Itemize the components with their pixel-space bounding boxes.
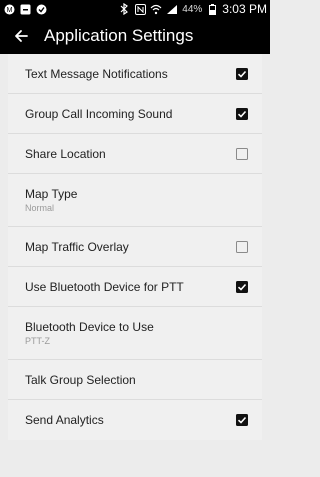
checkbox-checked-icon[interactable] (236, 414, 248, 426)
checkbox-unchecked-icon[interactable] (236, 147, 248, 160)
status-right: 44% 3:03 PM (118, 2, 267, 16)
setting-bluetooth-device-to-use[interactable]: Bluetooth Device to Use PTT-Z (8, 307, 262, 360)
setting-share-location[interactable]: Share Location (8, 134, 262, 174)
status-bar: M 44% 3:03 PM (0, 0, 270, 18)
nfc-icon (134, 3, 146, 15)
setting-label: Bluetooth Device to Use (25, 320, 154, 334)
checkbox-checked-icon[interactable] (236, 280, 248, 293)
setting-send-analytics[interactable]: Send Analytics (8, 400, 262, 440)
checkbox-checked-icon[interactable] (236, 107, 248, 120)
battery-icon (206, 3, 218, 15)
setting-value: Normal (25, 203, 55, 213)
setting-label: Send Analytics (25, 413, 104, 427)
setting-label: Text Message Notifications (25, 66, 168, 81)
gallery-icon (19, 3, 31, 15)
checkbox-checked-icon[interactable] (236, 67, 248, 80)
setting-label: Map Traffic Overlay (25, 239, 129, 254)
arrow-left-icon[interactable] (12, 27, 30, 45)
setting-talk-group-selection[interactable]: Talk Group Selection (8, 360, 262, 400)
status-left: M (3, 3, 47, 15)
app-bar: Application Settings (0, 18, 270, 54)
shield-icon (35, 3, 47, 15)
setting-text-message-notifications[interactable]: Text Message Notifications (8, 54, 262, 94)
settings-list: Text Message Notifications Group Call In… (8, 54, 262, 440)
svg-text:M: M (6, 7, 12, 14)
setting-map-type[interactable]: Map Type Normal (8, 174, 262, 227)
setting-label: Share Location (25, 146, 106, 161)
bluetooth-icon (118, 3, 130, 15)
setting-map-traffic-overlay[interactable]: Map Traffic Overlay (8, 227, 262, 267)
checkbox-unchecked-icon[interactable] (236, 240, 248, 253)
clock: 3:03 PM (222, 2, 267, 16)
signal-icon (166, 3, 178, 15)
setting-value: PTT-Z (25, 336, 50, 346)
battery-percent: 44% (182, 3, 203, 15)
wifi-icon (150, 3, 162, 15)
setting-label: Group Call Incoming Sound (25, 106, 173, 121)
badge-icon: M (3, 3, 15, 15)
setting-label: Map Type (25, 187, 78, 201)
setting-label: Use Bluetooth Device for PTT (25, 279, 184, 294)
page-title: Application Settings (44, 26, 194, 45)
setting-group-call-incoming-sound[interactable]: Group Call Incoming Sound (8, 94, 262, 134)
setting-use-bluetooth-device-for-ptt[interactable]: Use Bluetooth Device for PTT (8, 267, 262, 307)
setting-label: Talk Group Selection (25, 372, 136, 387)
